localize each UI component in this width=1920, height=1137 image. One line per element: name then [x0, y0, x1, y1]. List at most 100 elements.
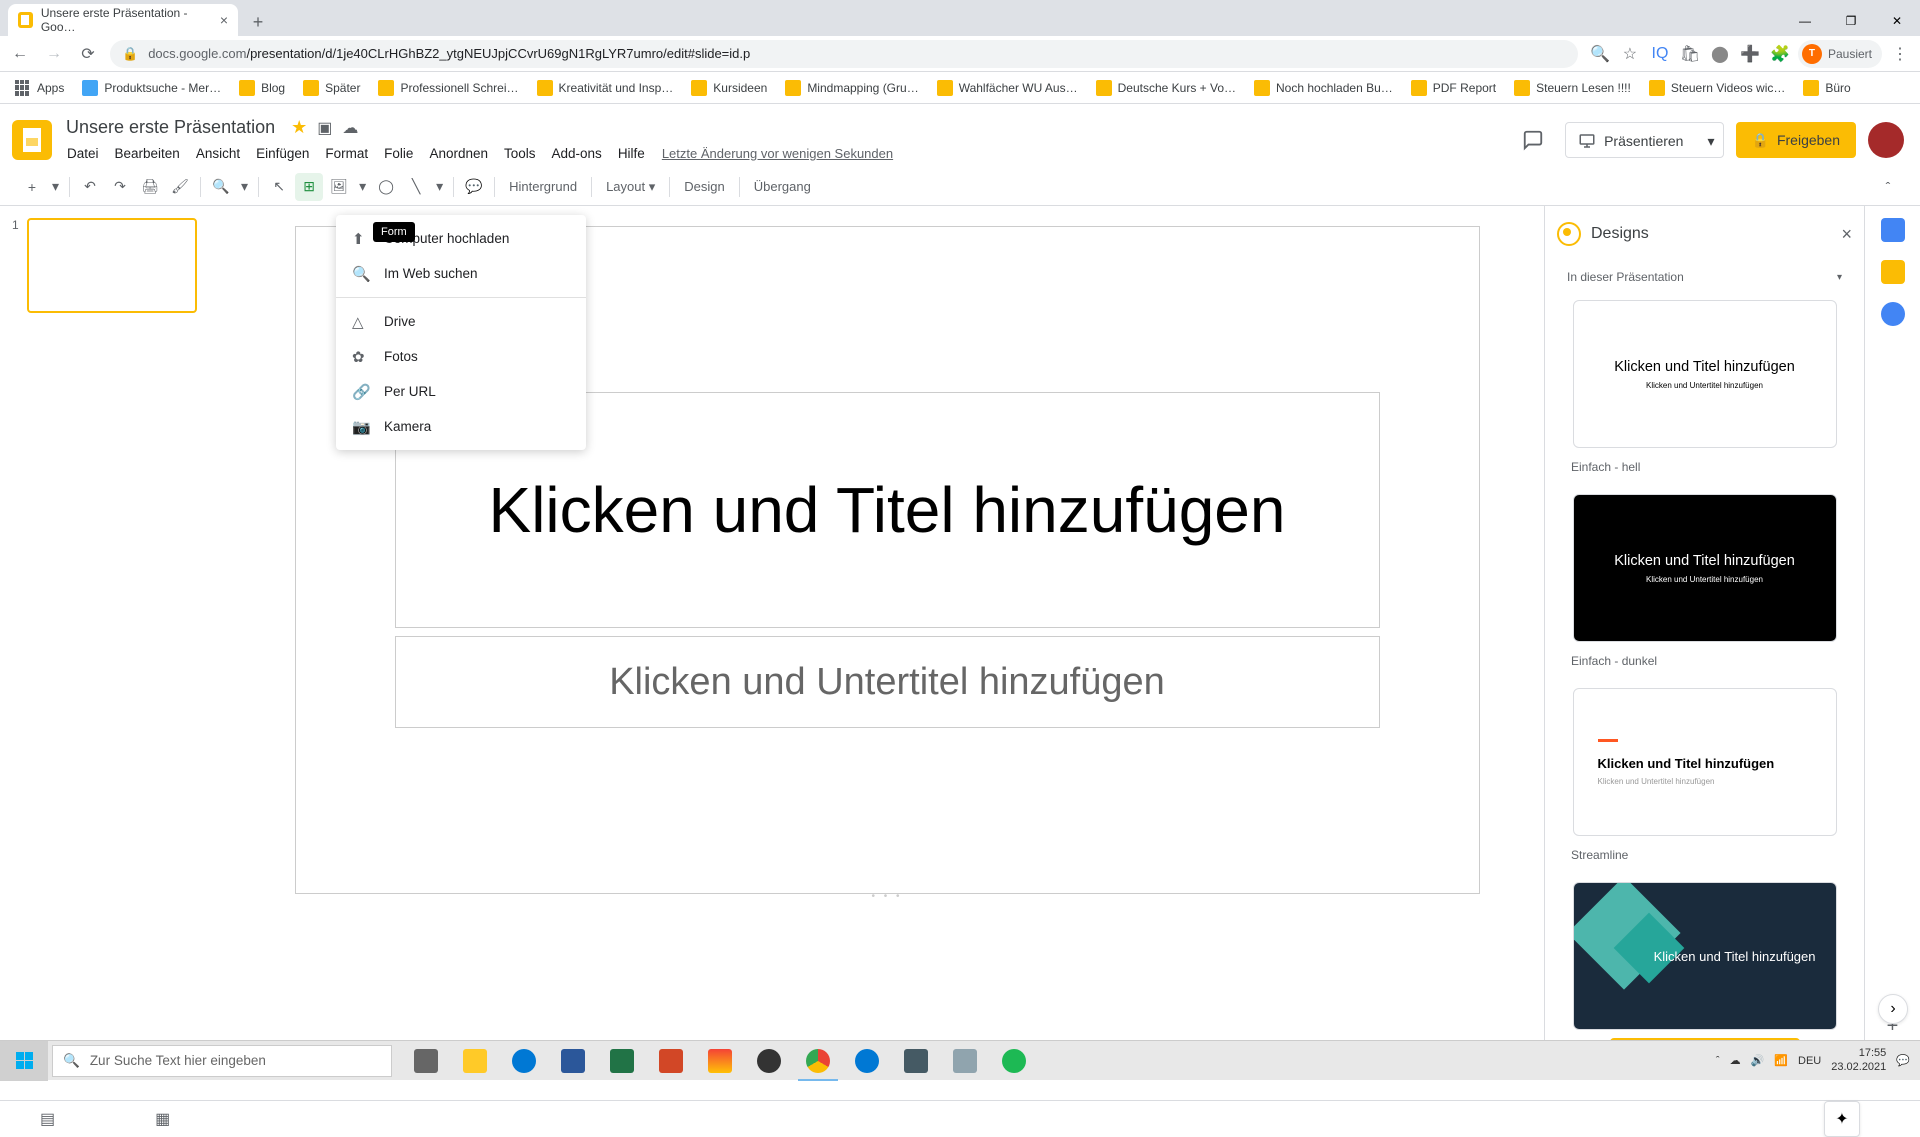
- account-avatar[interactable]: [1868, 122, 1904, 158]
- minimize-button[interactable]: —: [1782, 6, 1828, 36]
- powerpoint-icon[interactable]: [647, 1041, 695, 1081]
- subtitle-placeholder[interactable]: Klicken und Untertitel hinzufügen: [395, 636, 1380, 728]
- cloud-status-icon[interactable]: ☁: [342, 118, 358, 138]
- word-icon[interactable]: [549, 1041, 597, 1081]
- redo-button[interactable]: ↷: [106, 173, 134, 201]
- tray-expand-icon[interactable]: ˆ: [1716, 1055, 1720, 1067]
- chrome-icon[interactable]: [794, 1041, 842, 1081]
- menu-hilfe[interactable]: Hilfe: [611, 142, 652, 165]
- new-slide-button[interactable]: +: [18, 173, 46, 201]
- menu-format[interactable]: Format: [318, 142, 375, 165]
- slides-logo-icon[interactable]: [12, 120, 52, 160]
- bookmark-item[interactable]: Wahlfächer WU Aus…: [930, 76, 1085, 100]
- bookmark-item[interactable]: Blog: [232, 76, 292, 100]
- back-button[interactable]: ←: [8, 42, 32, 66]
- explore-button[interactable]: ✦: [1824, 1101, 1860, 1137]
- print-button[interactable]: 🖨: [136, 173, 164, 201]
- browser-tab[interactable]: Unsere erste Präsentation - Goo… ×: [8, 4, 238, 36]
- transition-button[interactable]: Übergang: [746, 179, 819, 194]
- reload-button[interactable]: ⟳: [76, 42, 100, 66]
- new-slide-dropdown[interactable]: ▾: [48, 173, 63, 201]
- design-card-focus[interactable]: Klicken und Titel hinzufügen: [1573, 882, 1837, 1030]
- menu-ansicht[interactable]: Ansicht: [189, 142, 247, 165]
- edge-legacy-icon[interactable]: [500, 1041, 548, 1081]
- extensions-menu-icon[interactable]: 🧩: [1768, 42, 1792, 66]
- profile-chip[interactable]: T Pausiert: [1798, 40, 1882, 68]
- app-icon[interactable]: [696, 1041, 744, 1081]
- menu-datei[interactable]: Datei: [60, 142, 106, 165]
- bookmark-item[interactable]: Noch hochladen Bu…: [1247, 76, 1400, 100]
- windows-search[interactable]: 🔍Zur Suche Text hier eingeben: [52, 1045, 392, 1077]
- design-button[interactable]: Design: [676, 179, 732, 194]
- dropdown-url[interactable]: 🔗Per URL: [336, 374, 586, 409]
- app-icon-2[interactable]: [892, 1041, 940, 1081]
- select-tool[interactable]: ↖: [265, 173, 293, 201]
- wifi-icon[interactable]: 📶: [1774, 1054, 1788, 1067]
- menu-bearbeiten[interactable]: Bearbeiten: [108, 142, 187, 165]
- paint-format-button[interactable]: 🖌: [166, 173, 194, 201]
- volume-icon[interactable]: 🔊: [1751, 1054, 1765, 1067]
- task-view-icon[interactable]: [402, 1041, 450, 1081]
- language-indicator[interactable]: DEU: [1798, 1055, 1821, 1067]
- zoom-dropdown[interactable]: ▾: [237, 173, 252, 201]
- background-button[interactable]: Hintergrund: [501, 179, 585, 194]
- close-panel-icon[interactable]: ×: [1841, 224, 1852, 245]
- extension-icon-2[interactable]: 🛍: [1678, 42, 1702, 66]
- bookmark-item[interactable]: Deutsche Kurs + Vo…: [1089, 76, 1243, 100]
- app-icon-3[interactable]: [941, 1041, 989, 1081]
- image-dropdown[interactable]: ▾: [355, 173, 370, 201]
- menu-tools[interactable]: Tools: [497, 142, 543, 165]
- extension-icon-1[interactable]: IQ: [1648, 42, 1672, 66]
- dropdown-camera[interactable]: 📷Kamera: [336, 409, 586, 444]
- document-title[interactable]: Unsere erste Präsentation: [60, 115, 281, 140]
- notes-resize-handle[interactable]: • • •: [871, 891, 902, 902]
- bookmark-item[interactable]: Mindmapping (Gru…: [778, 76, 925, 100]
- dropdown-web-search[interactable]: 🔍Im Web suchen: [336, 256, 586, 291]
- apps-button[interactable]: Apps: [8, 76, 71, 100]
- shape-tool[interactable]: ◯: [372, 173, 400, 201]
- new-tab-button[interactable]: +: [244, 8, 272, 36]
- tab-close-icon[interactable]: ×: [220, 12, 228, 28]
- design-card-dark[interactable]: Klicken und Titel hinzufügen Klicken und…: [1573, 494, 1837, 642]
- maximize-button[interactable]: ❐: [1828, 6, 1874, 36]
- bookmark-item[interactable]: Später: [296, 76, 367, 100]
- textbox-tool[interactable]: ⊞: [295, 173, 323, 201]
- menu-addons[interactable]: Add-ons: [545, 142, 609, 165]
- spotify-icon[interactable]: [990, 1041, 1038, 1081]
- comments-button[interactable]: [1513, 120, 1553, 160]
- extension-icon-4[interactable]: ➕: [1738, 42, 1762, 66]
- collapse-toolbar-icon[interactable]: ˆ: [1874, 173, 1902, 201]
- bookmark-item[interactable]: Kursideen: [684, 76, 774, 100]
- collapse-side-panel-icon[interactable]: ›: [1878, 994, 1908, 1024]
- bookmark-item[interactable]: Büro: [1796, 76, 1857, 100]
- dropdown-photos[interactable]: ✿Fotos: [336, 339, 586, 374]
- slide-thumbnail[interactable]: [27, 218, 197, 313]
- grid-view-icon[interactable]: ▦: [155, 1109, 170, 1129]
- close-window-button[interactable]: ✕: [1874, 6, 1920, 36]
- zoom-button[interactable]: 🔍: [207, 173, 235, 201]
- menu-einfuegen[interactable]: Einfügen: [249, 142, 316, 165]
- bookmark-item[interactable]: Professionell Schrei…: [371, 76, 525, 100]
- bookmark-item[interactable]: PDF Report: [1404, 76, 1503, 100]
- design-card-streamline[interactable]: Klicken und Titel hinzufügen Klicken und…: [1573, 688, 1837, 836]
- keep-addon-icon[interactable]: [1881, 260, 1905, 284]
- design-card-light[interactable]: Klicken und Titel hinzufügen Klicken und…: [1573, 300, 1837, 448]
- chrome-menu-icon[interactable]: ⋮: [1888, 42, 1912, 66]
- present-button[interactable]: Präsentieren: [1566, 123, 1695, 159]
- file-explorer-icon[interactable]: [451, 1041, 499, 1081]
- last-edit-link[interactable]: Letzte Änderung vor wenigen Sekunden: [654, 142, 901, 165]
- line-tool[interactable]: ╲: [402, 173, 430, 201]
- designs-section-header[interactable]: In dieser Präsentation: [1557, 262, 1852, 292]
- present-dropdown[interactable]: ▾: [1699, 123, 1722, 159]
- zoom-icon[interactable]: 🔍: [1588, 42, 1612, 66]
- onedrive-icon[interactable]: ☁: [1730, 1054, 1741, 1067]
- share-button[interactable]: 🔒 Freigeben: [1736, 122, 1856, 158]
- bookmark-item[interactable]: Kreativität und Insp…: [530, 76, 681, 100]
- bookmark-item[interactable]: Steuern Videos wic…: [1642, 76, 1793, 100]
- notifications-icon[interactable]: 💬: [1896, 1054, 1910, 1067]
- layout-button[interactable]: Layout ▾: [598, 179, 663, 195]
- start-button[interactable]: [0, 1041, 48, 1081]
- filmstrip-view-icon[interactable]: ▤: [40, 1109, 55, 1129]
- bookmark-star-icon[interactable]: ☆: [1618, 42, 1642, 66]
- star-icon[interactable]: ★: [291, 117, 307, 138]
